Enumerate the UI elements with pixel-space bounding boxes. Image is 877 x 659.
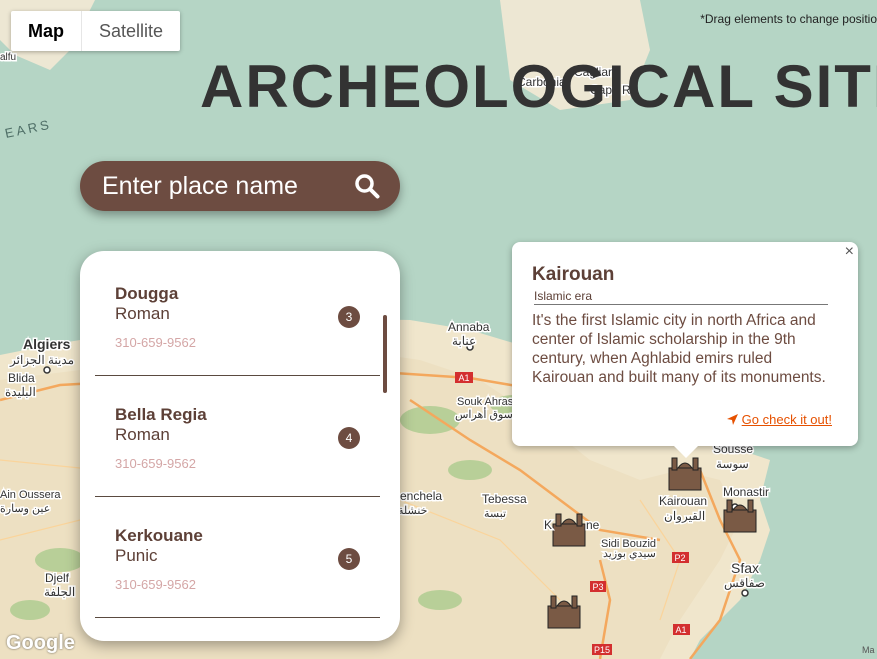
map-label-sfax-ar: صفاقس — [724, 576, 765, 590]
map-type-map-button[interactable]: Map — [11, 11, 81, 51]
site-phone[interactable]: 310-659-9562 — [115, 577, 196, 592]
map-label-alfu: alfu — [0, 52, 16, 63]
page-title: ARCHEOLOGICAL SITE — [200, 53, 877, 120]
search-bar — [80, 161, 400, 211]
info-title: Kairouan — [532, 264, 615, 285]
drag-hint: *Drag elements to change positio — [700, 12, 877, 26]
google-logo: Google — [6, 632, 75, 654]
site-phone[interactable]: 310-659-9562 — [115, 335, 196, 350]
search-input[interactable] — [100, 170, 344, 202]
list-scrollbar[interactable] — [383, 315, 387, 393]
go-check-link[interactable]: Go check it out! — [726, 412, 832, 427]
map-type-satellite-button[interactable]: Satellite — [82, 11, 180, 51]
road-label-p3: P3 — [592, 582, 603, 592]
map-attribution[interactable]: Ma — [862, 645, 875, 655]
road-label-a1: A1 — [458, 373, 469, 383]
map-type-control: Map Satellite — [11, 11, 181, 51]
navigation-arrow-icon — [726, 414, 738, 425]
map-label-algiers-ar: مدينة الجزائر — [9, 353, 74, 367]
map-label-djelfa-ar: الجلفة — [44, 585, 75, 599]
search-icon[interactable] — [354, 173, 380, 199]
site-count-badge: 4 — [338, 427, 360, 449]
road-label-p2: P2 — [674, 553, 685, 563]
map-label-annaba: Annaba — [448, 320, 490, 334]
map-label-kairouan: Kairouan — [659, 494, 707, 508]
map-label-blida: Blida — [8, 371, 35, 385]
site-count-badge: 3 — [338, 306, 360, 328]
info-description: It's the first Islamic city in north Afr… — [532, 312, 826, 386]
site-list-item[interactable]: Kerkouane Punic 310-659-9562 5 — [95, 496, 380, 618]
map-label-khenchela: enchela — [400, 489, 442, 503]
site-list-item[interactable]: Dougga Roman 310-659-9562 3 — [95, 254, 380, 376]
close-icon[interactable]: × — [845, 243, 854, 261]
map-label-kasserine-tail: ne — [586, 518, 600, 532]
map-label-souk-ahras-ar: سوق أهراس — [455, 407, 513, 421]
map-label-sfax: Sfax — [731, 560, 759, 576]
site-name: Kerkouane — [115, 526, 203, 545]
site-era: Punic — [115, 546, 158, 565]
map-label-kasserine: K — [544, 518, 552, 532]
map-label-monastir: Monastir — [723, 485, 769, 499]
site-list-panel[interactable]: Dougga Roman 310-659-9562 3 Bella Regia … — [80, 251, 400, 641]
site-era: Roman — [115, 304, 170, 323]
map-label-annaba-ar: عنابة — [452, 334, 476, 348]
info-window: × Kairouan Islamic era It's the first Is… — [512, 242, 858, 458]
map-label-sousse-ar: سوسة — [716, 457, 749, 471]
map-label-ain-oussera-ar: عين وسارة — [0, 503, 50, 515]
site-phone[interactable]: 310-659-9562 — [115, 456, 196, 471]
info-subtitle: Islamic era — [534, 289, 828, 305]
map-label-algiers: Algiers — [23, 336, 71, 352]
map-label-blida-ar: البليدة — [5, 385, 36, 399]
map-label-sidi-bouzid-ar: سيدي بوزيد — [603, 548, 656, 560]
site-name: Dougga — [115, 284, 179, 303]
site-era: Roman — [115, 425, 170, 444]
map-label-tebessa: Tebessa — [482, 492, 527, 506]
map-label-tebessa-ar: تبسة — [484, 508, 506, 520]
go-check-link-label: Go check it out! — [741, 412, 832, 427]
map-label-djelfa: Djelf — [45, 571, 70, 585]
map-label-khenchela-ar: خنشلة — [398, 505, 427, 517]
map-label-souk-ahras: Souk Ahras — [457, 396, 514, 408]
road-label-p15: P15 — [594, 645, 610, 655]
map-label-kairouan-ar: القيروان — [664, 509, 705, 523]
site-name: Bella Regia — [115, 405, 207, 424]
map-label-ain-oussera: Ain Oussera — [0, 489, 61, 501]
site-count-badge: 5 — [338, 548, 360, 570]
road-label-a1-south: A1 — [675, 625, 686, 635]
site-list-item[interactable]: Bella Regia Roman 310-659-9562 4 — [95, 375, 380, 497]
